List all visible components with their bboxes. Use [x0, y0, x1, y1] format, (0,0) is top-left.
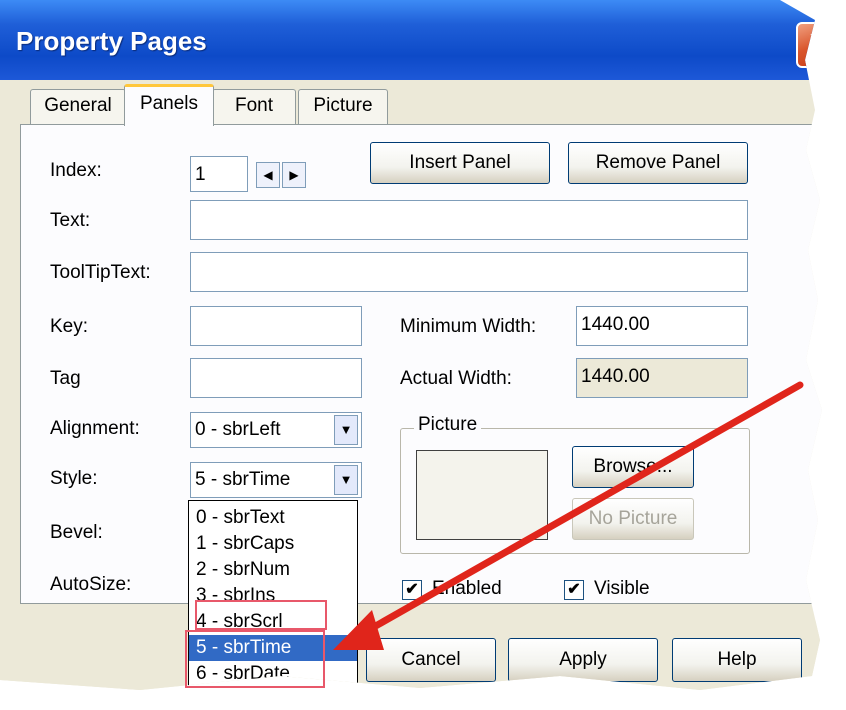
annotation-arrow [333, 381, 804, 650]
